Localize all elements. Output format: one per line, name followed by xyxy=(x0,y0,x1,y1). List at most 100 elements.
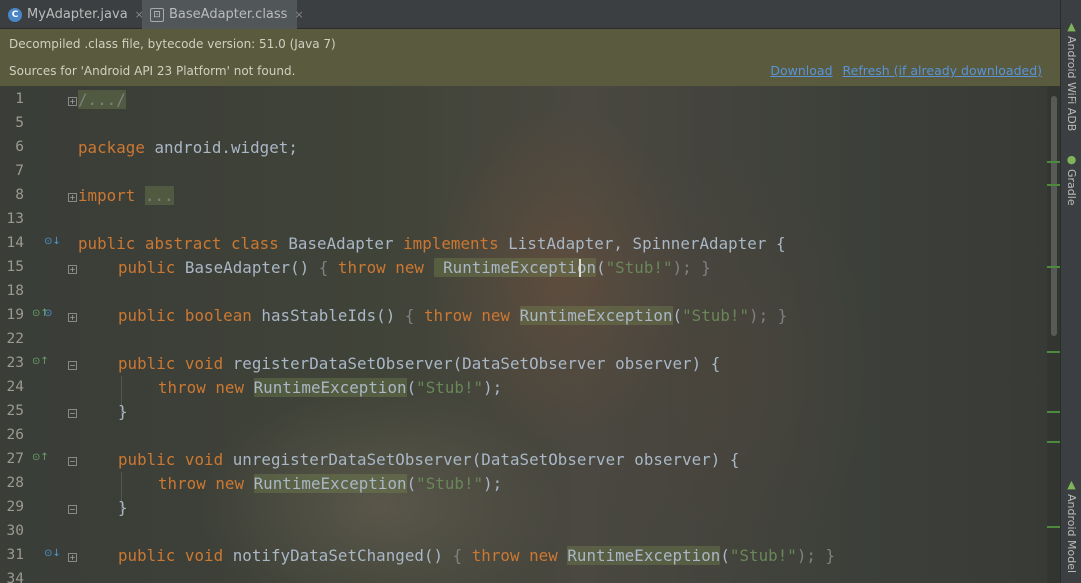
tool-gradle[interactable]: ● Gradle xyxy=(1061,153,1081,206)
error-stripe-mark[interactable] xyxy=(1047,526,1060,528)
line-number: 15 xyxy=(6,259,24,275)
keyword: throw new xyxy=(158,378,245,397)
android-icon: ▲ xyxy=(1067,478,1076,491)
banner-links: Download Refresh (if already downloaded) xyxy=(764,63,1042,78)
line-number: 26 xyxy=(6,427,24,443)
line-number: 1 xyxy=(15,91,24,107)
paren: ( xyxy=(406,474,417,493)
code-line-24: throw new RuntimeException("Stub!"); xyxy=(158,378,502,397)
error-stripe-mark[interactable] xyxy=(1047,411,1060,413)
string-literal: "Stub!" xyxy=(416,474,484,493)
brace: ); } xyxy=(749,306,788,325)
java-class-icon: C xyxy=(8,7,22,22)
fold-toggle-icon[interactable]: + xyxy=(68,553,77,562)
refresh-link[interactable]: Refresh (if already downloaded) xyxy=(843,63,1043,78)
fold-toggle-icon[interactable]: − xyxy=(68,409,77,418)
exception-type: RuntimeException xyxy=(519,306,673,325)
tab-label: MyAdapter.java xyxy=(27,7,128,22)
download-link[interactable]: Download xyxy=(770,63,832,78)
error-stripe-mark[interactable] xyxy=(1047,351,1060,353)
code-line-19: public boolean hasStableIds() { throw ne… xyxy=(118,306,787,325)
code-line-15: public BaseAdapter() { throw new Runtime… xyxy=(118,258,711,277)
code-line-23: public void registerDataSetObserver(Data… xyxy=(118,354,720,373)
line-number: 29 xyxy=(6,499,24,515)
keyword: throw new xyxy=(471,546,558,565)
override-method-icon[interactable]: ⊙↑ xyxy=(32,356,49,367)
fold-toggle-icon[interactable]: + xyxy=(68,265,77,274)
error-stripe-mark[interactable] xyxy=(1047,441,1060,443)
string-literal: "Stub!" xyxy=(605,258,673,277)
tool-label: Gradle xyxy=(1065,169,1078,206)
paren: ( xyxy=(672,306,683,325)
line-number: 27 xyxy=(6,451,24,467)
android-icon: ▲ xyxy=(1067,20,1076,33)
code-line-29: } xyxy=(118,498,128,517)
brace: { xyxy=(318,258,338,277)
class-file-icon: ⊡ xyxy=(150,7,164,22)
line-number: 7 xyxy=(15,163,24,179)
statement-end: ); xyxy=(483,378,503,397)
line-number: 13 xyxy=(6,211,24,227)
brace: { xyxy=(404,306,424,325)
keyword: throw new xyxy=(423,306,510,325)
implemented-method-icon[interactable]: ⊙↓ xyxy=(44,236,61,247)
fold-toggle-icon[interactable]: + xyxy=(68,313,77,322)
fold-toggle-icon[interactable]: + xyxy=(68,97,77,106)
override-method-icon[interactable]: ⊙↑ xyxy=(32,452,49,463)
tab-baseadapter-class[interactable]: ⊡ BaseAdapter.class × xyxy=(142,0,304,29)
exception-type: RuntimeException xyxy=(567,546,721,565)
error-stripe-mark[interactable] xyxy=(1047,161,1060,163)
method-signature: unregisterDataSetObserver(DataSetObserve… xyxy=(223,450,740,469)
line-number: 30 xyxy=(6,523,24,539)
close-icon[interactable]: × xyxy=(294,8,303,21)
code-line-28: throw new RuntimeException("Stub!"); xyxy=(158,474,502,493)
paren: ( xyxy=(720,546,730,565)
vertical-scrollbar[interactable] xyxy=(1047,86,1060,583)
line-number: 23 xyxy=(6,355,24,371)
line-number: 28 xyxy=(6,475,24,491)
error-stripe-mark[interactable] xyxy=(1047,184,1060,186)
tab-myadapter-java[interactable]: C MyAdapter.java × xyxy=(0,0,144,29)
line-number: 24 xyxy=(6,379,24,395)
line-number: 22 xyxy=(6,331,24,347)
code-editor[interactable]: 1 5 6 7 8 13 14 15 18 19 22 23 24 25 26 … xyxy=(0,86,1060,583)
tool-android-model[interactable]: ▲ Android Model xyxy=(1061,478,1081,573)
code-line-14: public abstract class BaseAdapter implem… xyxy=(78,234,786,253)
statement-end: ); xyxy=(483,474,503,493)
interfaces: ListAdapter, SpinnerAdapter { xyxy=(498,234,786,253)
gradle-icon: ● xyxy=(1066,153,1077,166)
keyword: public xyxy=(118,258,176,277)
fold-toggle-icon[interactable]: − xyxy=(68,457,77,466)
keyword: package xyxy=(78,138,145,157)
class-name: BaseAdapter xyxy=(278,234,404,253)
folded-region[interactable]: /.../ xyxy=(78,90,126,109)
line-number: 14 xyxy=(6,235,24,251)
paren: ( xyxy=(406,378,417,397)
keyword: public boolean xyxy=(118,306,252,325)
package-name: android.widget; xyxy=(144,138,298,157)
fold-toggle-icon[interactable]: − xyxy=(68,505,77,514)
string-literal: "Stub!" xyxy=(682,306,750,325)
fold-toggle-icon[interactable]: − xyxy=(68,361,77,370)
constructor: BaseAdapter() xyxy=(175,258,319,277)
method-name: notifyDataSetChanged() xyxy=(223,546,453,565)
implemented-method-icon[interactable]: ⊙ xyxy=(44,308,52,319)
implemented-method-icon[interactable]: ⊙↓ xyxy=(44,548,61,559)
scrollbar-thumb[interactable] xyxy=(1051,96,1057,336)
folded-imports[interactable]: ... xyxy=(144,186,174,205)
line-number: 8 xyxy=(15,187,24,203)
fold-toggle-icon[interactable]: + xyxy=(68,193,77,202)
bytecode-version-text: Decompiled .class file, bytecode version… xyxy=(9,37,336,51)
paren: ( xyxy=(596,258,606,277)
brace: { xyxy=(452,546,472,565)
keyword: public void xyxy=(118,354,224,373)
line-number: 34 xyxy=(6,571,24,583)
keyword: public void xyxy=(118,546,224,565)
line-number: 19 xyxy=(6,307,24,323)
line-number: 6 xyxy=(15,139,24,155)
editor-tab-bar: C MyAdapter.java × ⊡ BaseAdapter.class × xyxy=(0,0,1060,29)
keyword: implements xyxy=(403,234,499,253)
error-stripe-mark[interactable] xyxy=(1047,266,1060,268)
tool-android-wifi-adb[interactable]: ▲ Android WiFi ADB xyxy=(1061,20,1081,131)
keyword: throw new xyxy=(337,258,424,277)
